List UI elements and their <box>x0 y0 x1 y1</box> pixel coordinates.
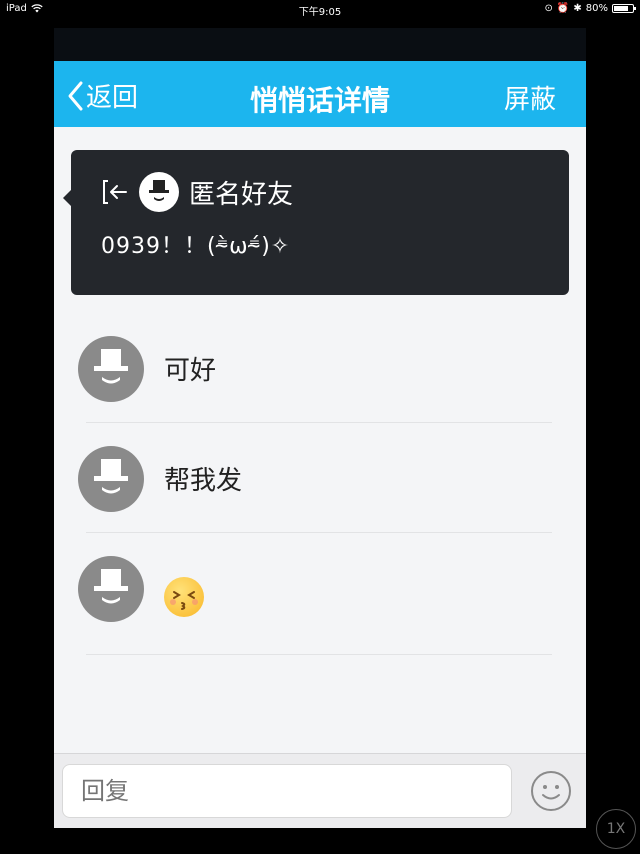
reply-text: 可好 <box>164 356 217 386</box>
reply-bar <box>54 753 586 828</box>
battery-percent: 80% <box>585 3 608 14</box>
alarm-icon: ⏰ <box>556 3 570 14</box>
status-bar: iPad 下午9:05 ⊙ ⏰ ✱ 80% <box>0 0 640 20</box>
reply-item[interactable]: 帮我发 <box>54 423 586 533</box>
sender-name: 匿名好友 <box>189 179 294 210</box>
kiss-emoji-icon <box>164 577 204 617</box>
anonymous-avatar <box>139 172 179 212</box>
reply-item[interactable] <box>54 533 586 655</box>
exit-icon[interactable] <box>99 176 131 208</box>
block-button[interactable]: 屏蔽 <box>504 79 556 116</box>
reply-text: 帮我发 <box>164 466 243 496</box>
app-screen: 返回 悄悄话详情 屏蔽 匿名好友 0939！！(⁼̴̀ω⁼̴́)✧ 可好 帮我发… <box>54 28 586 828</box>
anonymous-avatar <box>78 446 144 512</box>
emoji-button-icon[interactable] <box>530 770 572 812</box>
bluetooth-icon: ✱ <box>573 3 582 14</box>
anonymous-avatar <box>78 336 144 402</box>
reply-item[interactable]: 可好 <box>54 313 586 423</box>
message-text: 0939！！(⁼̴̀ω⁼̴́)✧ <box>101 234 291 259</box>
navigation-bar: 返回 悄悄话详情 屏蔽 <box>54 61 586 127</box>
card-tail <box>63 190 71 206</box>
rotation-lock-icon: ⊙ <box>544 3 553 14</box>
top-hat-icon <box>149 180 169 201</box>
reply-input[interactable] <box>62 764 512 818</box>
top-hat-icon <box>94 459 128 494</box>
app-top-strip <box>54 28 586 61</box>
zoom-badge[interactable]: 1X <box>596 809 636 849</box>
battery-level <box>614 6 629 11</box>
battery-icon <box>612 4 636 13</box>
top-hat-icon <box>94 349 128 384</box>
message-card: 匿名好友 0939！！(⁼̴̀ω⁼̴́)✧ <box>63 150 569 295</box>
top-hat-icon <box>94 569 128 604</box>
divider <box>86 654 552 655</box>
anonymous-avatar <box>78 556 144 622</box>
